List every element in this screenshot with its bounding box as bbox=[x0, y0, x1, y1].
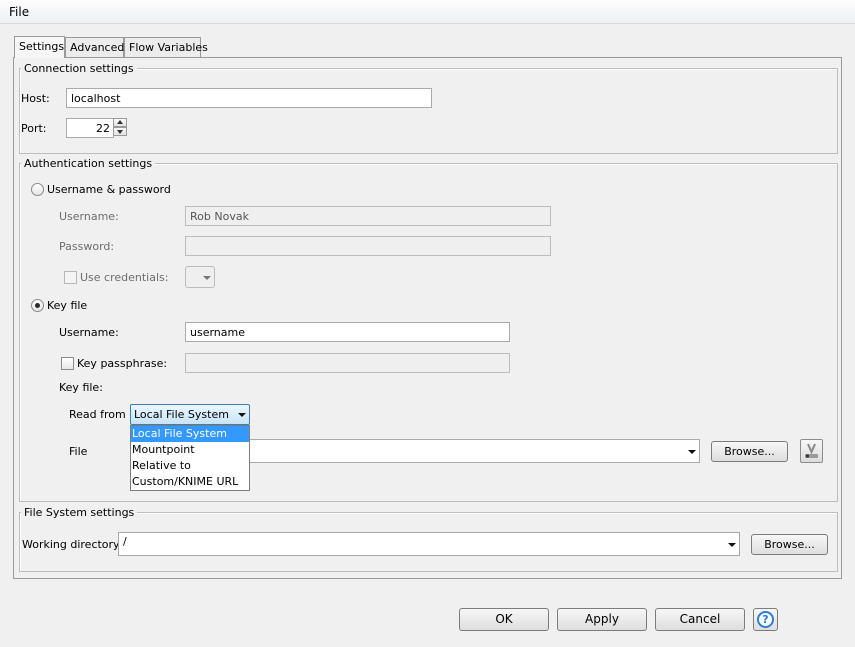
arrow-up-icon bbox=[117, 120, 123, 124]
connection-settings-group bbox=[19, 68, 838, 154]
menu-bar: File bbox=[0, 0, 855, 24]
tab-settings[interactable]: Settings bbox=[14, 36, 65, 58]
file-label: File bbox=[69, 445, 88, 458]
username-password-label: Username & password bbox=[47, 183, 171, 196]
connection-settings-title: Connection settings bbox=[21, 62, 137, 75]
port-label: Port: bbox=[21, 122, 47, 135]
dropdown-option-custom-knime-url[interactable]: Custom/KNIME URL bbox=[131, 474, 249, 490]
dropdown-option-local-file-system[interactable]: Local File System bbox=[131, 426, 249, 442]
read-from-label: Read from bbox=[69, 408, 126, 421]
read-from-value: Local File System bbox=[134, 408, 229, 421]
key-passphrase-checkbox[interactable] bbox=[61, 357, 74, 370]
userpass-username-label: Username: bbox=[59, 210, 119, 223]
flow-variable-icon bbox=[805, 443, 818, 458]
keyfile-browse-button[interactable]: Browse... bbox=[711, 441, 788, 462]
userpass-username-input[interactable] bbox=[185, 206, 551, 226]
chevron-down-icon bbox=[688, 450, 696, 454]
port-increment-button[interactable] bbox=[113, 118, 127, 127]
ok-button[interactable]: OK bbox=[459, 608, 549, 631]
read-from-dropdown-list: Local File System Mountpoint Relative to… bbox=[130, 425, 250, 491]
key-file-radio[interactable] bbox=[31, 299, 44, 312]
port-input[interactable] bbox=[66, 118, 114, 138]
key-passphrase-label: Key passphrase: bbox=[77, 357, 168, 370]
tab-flow-variables[interactable]: Flow Variables bbox=[124, 37, 208, 57]
dropdown-option-mountpoint[interactable]: Mountpoint bbox=[131, 442, 249, 458]
use-credentials-checkbox[interactable] bbox=[64, 271, 77, 284]
host-label: Host: bbox=[21, 92, 50, 105]
working-directory-value: / bbox=[123, 535, 127, 548]
dropdown-option-relative-to[interactable]: Relative to bbox=[131, 458, 249, 474]
username-password-radio[interactable] bbox=[31, 183, 44, 196]
working-directory-label: Working directory: bbox=[22, 538, 123, 551]
file-system-settings-title: File System settings bbox=[21, 506, 138, 519]
help-button[interactable]: ? bbox=[753, 608, 778, 631]
key-file-label: Key file bbox=[47, 299, 88, 312]
chevron-down-icon bbox=[238, 413, 246, 417]
host-input[interactable] bbox=[66, 88, 432, 108]
userpass-password-input[interactable] bbox=[185, 236, 551, 256]
chevron-down-icon bbox=[728, 543, 736, 547]
working-directory-browse-button[interactable]: Browse... bbox=[751, 534, 828, 555]
authentication-settings-title: Authentication settings bbox=[21, 157, 156, 170]
use-credentials-label: Use credentials: bbox=[80, 271, 169, 284]
credentials-select[interactable] bbox=[185, 266, 215, 288]
port-decrement-button[interactable] bbox=[113, 127, 127, 136]
arrow-down-icon bbox=[117, 130, 123, 134]
apply-button[interactable]: Apply bbox=[557, 608, 647, 631]
menu-file[interactable]: File bbox=[9, 5, 29, 19]
help-icon: ? bbox=[757, 611, 774, 628]
tab-advanced[interactable]: Advanced bbox=[65, 37, 124, 57]
userpass-password-label: Password: bbox=[59, 240, 115, 253]
read-from-select[interactable]: Local File System bbox=[130, 404, 250, 425]
cancel-button[interactable]: Cancel bbox=[655, 608, 745, 631]
keyfile-username-label: Username: bbox=[59, 326, 119, 339]
key-passphrase-input[interactable] bbox=[185, 353, 510, 373]
keyfile-username-input[interactable] bbox=[185, 322, 510, 342]
flow-variable-button[interactable] bbox=[800, 439, 823, 463]
keyfile-section-label: Key file: bbox=[59, 381, 103, 394]
chevron-down-icon bbox=[203, 276, 211, 280]
working-directory-combobox[interactable]: / bbox=[118, 532, 740, 556]
